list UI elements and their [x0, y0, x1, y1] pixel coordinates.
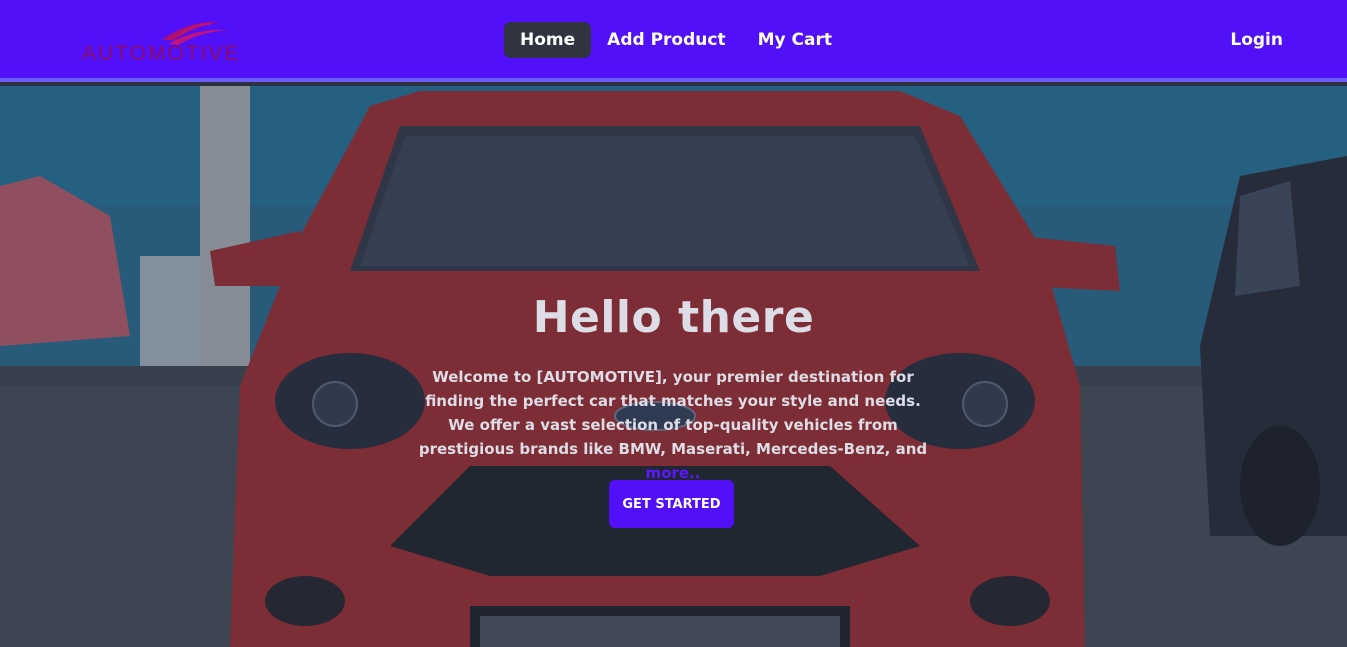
nav-item-add-product[interactable]: Add Product: [591, 22, 741, 58]
hero-section: Hello there Welcome to [AUTOMOTIVE], you…: [0, 86, 1347, 647]
navbar: AUTOMOTIVE Home Add Product My Cart Logi…: [0, 0, 1347, 82]
hero-description: Welcome to [AUTOMOTIVE], your premier de…: [413, 365, 933, 485]
nav-item-my-cart[interactable]: My Cart: [742, 22, 848, 58]
brand-name: AUTOMOTIVE: [82, 42, 241, 65]
nav-item-home[interactable]: Home: [504, 22, 592, 58]
nav-links: Home Add Product My Cart: [504, 22, 848, 58]
hero-title: Hello there: [532, 292, 815, 343]
hero-description-text: Welcome to [AUTOMOTIVE], your premier de…: [418, 368, 928, 458]
brand-logo[interactable]: AUTOMOTIVE: [80, 18, 250, 68]
hero-content: Hello there Welcome to [AUTOMOTIVE], you…: [0, 86, 1347, 647]
get-started-button[interactable]: GET STARTED: [609, 480, 734, 528]
login-link[interactable]: Login: [1230, 30, 1283, 50]
